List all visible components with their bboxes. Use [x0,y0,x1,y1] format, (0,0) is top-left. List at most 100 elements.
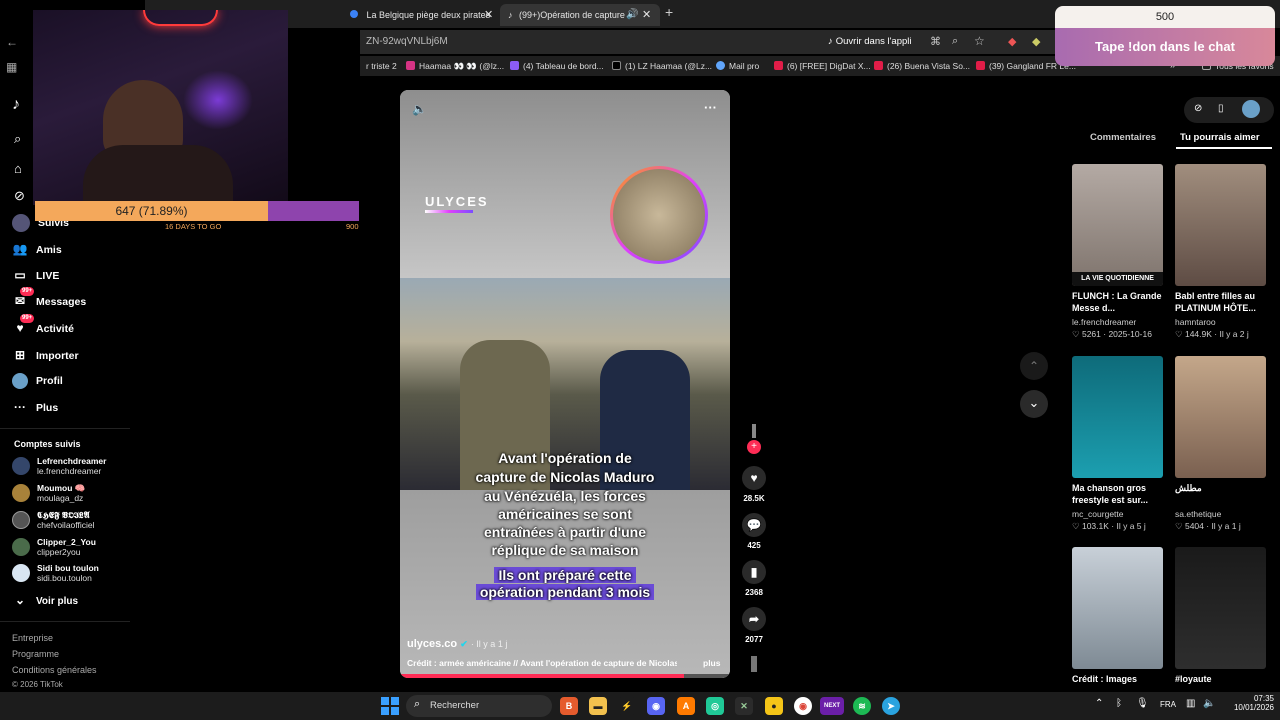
tiktok-logo-icon[interactable]: ♪ [12,96,20,114]
card-author: mc_courgette [1072,509,1124,519]
footer-link[interactable]: Programme [12,649,59,659]
bookmark-item[interactable]: (1) LZ Haamaa (@Lz... [612,59,712,73]
more-button[interactable]: plus [703,658,720,668]
next-video-button[interactable]: ⌄ [1020,390,1048,418]
app-icon[interactable]: NEXT [820,697,844,715]
app-icon[interactable]: ⚡ [618,697,636,715]
recommended-video-card[interactable]: Ma chanson gros freestyle est sur... mc_… [1072,356,1163,532]
language-indicator[interactable]: FRA [1160,700,1176,709]
volume-icon[interactable]: 🔈 [412,102,427,116]
compass-icon[interactable]: ⊘ [1194,103,1202,114]
comment-button[interactable]: 💬 425 [740,513,768,550]
video-player[interactable]: 🔈 ··· ULYCES Avant l'opération de captur… [400,90,730,678]
close-tab-icon[interactable]: ✕ [484,4,493,26]
nav-profile[interactable]: Profil [12,371,63,391]
recommended-video-card[interactable]: Babl entre filles au PLATINUM HÔTE... ha… [1175,164,1266,340]
recommended-video-card[interactable]: مطلش sa.ethetique ♡ 5404 · Il y a 1 j [1175,356,1266,532]
telegram-icon[interactable]: ➤ [882,697,900,715]
open-in-app-button[interactable]: ♪ Ouvrir dans l'appli [828,36,912,47]
mail-icon [716,61,725,70]
share-button[interactable]: ➦ 2077 [740,607,768,644]
phone-icon[interactable]: ▯ [1218,103,1224,114]
brand-underline [425,210,473,213]
share-count: 2077 [745,635,763,644]
nav-activity[interactable]: ♥ Activité 99+ [12,314,74,338]
taskbar-search[interactable]: ⌕ Rechercher [406,695,552,717]
bookmark-item[interactable]: r triste 2 [366,59,397,73]
file-explorer-icon[interactable]: ▬ [589,697,607,715]
save-button[interactable]: ▮ 2368 [740,560,768,597]
messages-badge: 99+ [20,287,35,296]
nav-upload[interactable]: ⊞ Importer [12,345,79,365]
bookmark-item[interactable]: Haamaa 👀 👀 (@lz... [406,59,504,73]
nav-friends[interactable]: 👥 Amis [12,239,62,259]
discord-icon[interactable]: ◉ [647,697,665,715]
music-disc-icon[interactable] [751,656,757,672]
audio-icon[interactable]: 🔊 [626,4,638,26]
brave-icon[interactable]: B [560,697,578,715]
previous-video-button[interactable]: ⌃ [1020,352,1048,380]
extension-icon[interactable]: ◆ [1032,35,1040,48]
apps-grid-icon[interactable]: ▦ [6,60,17,74]
bluetooth-icon[interactable]: ᛒ [1116,698,1122,709]
app-icon[interactable]: ● [765,697,783,715]
follow-plus-icon[interactable]: + [747,440,761,454]
nav-label: Amis [36,244,62,256]
recommended-video-card[interactable]: LA VIE QUOTIDIENNE FLUNCH : La Grande Me… [1072,164,1163,340]
chrome-icon[interactable]: ◉ [794,697,812,715]
progress-track[interactable] [400,674,730,678]
account-name: Lefrenchdreamer [37,456,107,466]
app-icon[interactable]: ✕ [735,697,753,715]
browser-tab[interactable]: La Belgique piège deux pirates ✕ [350,4,500,26]
chevron-up-icon[interactable]: ⌃ [1095,698,1103,709]
clock[interactable]: 07:35 10/01/2026 [1224,694,1274,712]
recommended-video-card[interactable]: #loyaute [1175,547,1266,699]
browser-tab-active[interactable]: ♪ (99+)Opération de capture 🔊 ✕ [500,4,660,26]
more-options-icon[interactable]: ··· [704,100,717,115]
account-handle: moulaga_dz [37,493,84,503]
caption-line: Avant l'opération de [498,450,632,466]
card-title: مطلش [1175,483,1202,493]
recommended-video-card[interactable]: Crédit : Images [1072,547,1163,699]
neon-light [143,10,218,26]
windows-start-icon[interactable] [381,697,399,715]
app-icon[interactable]: ◎ [706,697,724,715]
tiktok-favicon-icon: ♪ [508,10,513,20]
address-bar[interactable]: ZN-92wqVNLbj6M ♪ Ouvrir dans l'appli ⌘ ⌕ … [360,30,1060,54]
profile-avatar-icon[interactable] [1242,100,1260,118]
app-icon[interactable]: A [677,697,695,715]
close-tab-icon[interactable]: ✕ [642,4,651,26]
spotify-icon[interactable]: ≋ [853,697,871,715]
nav-messages[interactable]: ✉ Messages 99+ [12,287,86,311]
tab-recommended[interactable]: Tu pourrais aimer [1180,132,1260,143]
bookmark-item[interactable]: (6) [FREE] DigDat X... [774,59,871,73]
search-icon[interactable]: ⌕ [14,131,21,147]
bookmark-item[interactable]: (4) Tableau de bord... [510,59,604,73]
network-icon[interactable]: ▥ [1186,698,1195,709]
bookmark-item[interactable]: (26) Buena Vista So... [874,59,970,73]
like-button[interactable]: ♥ 28.5K [740,466,768,503]
microphone-icon[interactable]: 🎙 [1136,698,1149,709]
card-meta: ♡ 103.1K · Il y a 5 j [1072,521,1146,531]
volume-icon[interactable]: 🔈 [1203,698,1215,709]
translate-icon[interactable]: ⌘ [930,35,941,48]
bookmark-item[interactable]: Mail pro [716,59,759,73]
open-in-app-label: Ouvrir dans l'appli [835,36,912,47]
zoom-icon[interactable]: ⌕ [952,35,958,48]
explore-icon[interactable]: ⊘ [14,188,25,204]
back-arrow-icon[interactable]: ← [6,35,18,49]
see-more-button[interactable]: ⌄ Voir plus [12,590,78,610]
home-icon[interactable]: ⌂ [14,161,22,176]
extension-icon[interactable]: ◆ [1008,35,1016,48]
nav-more[interactable]: ··· Plus [12,397,58,417]
video-author[interactable]: ulyces.co ✔ · Il y a 1 j [407,638,507,650]
heart-icon: ♥ [742,466,766,490]
footer-link[interactable]: Conditions générales [12,665,97,675]
url-text[interactable]: ZN-92wqVNLbj6M [366,36,448,47]
nav-live[interactable]: ▭ LIVE [12,265,59,285]
new-tab-icon[interactable]: + [665,4,673,20]
star-icon[interactable]: ☆ [974,34,985,48]
creator-avatar[interactable]: + [744,424,764,454]
footer-link[interactable]: Entreprise [12,633,53,643]
tab-comments[interactable]: Commentaires [1090,132,1156,143]
